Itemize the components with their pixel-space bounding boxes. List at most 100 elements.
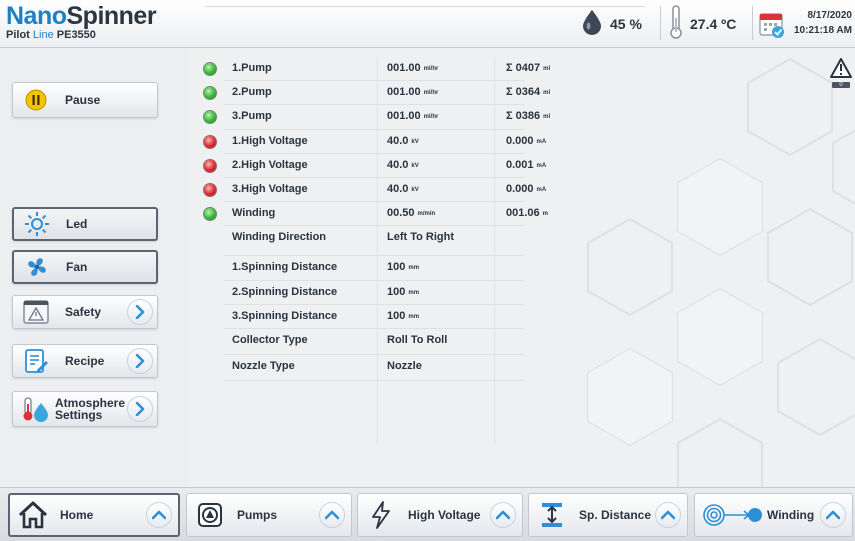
row-total-unit: ml (543, 114, 551, 121)
header-divider (660, 6, 661, 40)
row-total-text: 0.000 (506, 182, 534, 195)
winding-label: Winding (767, 508, 815, 522)
row-value: Left To Right (387, 231, 457, 243)
nav-home-button[interactable]: Home (8, 493, 180, 537)
table-row: 3.High Voltage 40.0 kV 0.000 mA (194, 178, 594, 203)
row-total (506, 261, 509, 273)
status-led-icon (204, 87, 216, 100)
nav-sp-distance-button[interactable]: Sp. Distance (528, 493, 688, 537)
nav-winding-button[interactable]: Winding (694, 493, 853, 537)
pause-label: Pause (65, 93, 101, 107)
thermometer-icon (668, 4, 684, 45)
status-led-icon (204, 159, 216, 172)
table-row: 3.Pump 001.00 ml/hr Σ 0386 ml (194, 105, 594, 130)
header-rule (205, 6, 645, 7)
row-value: 001.00 ml/hr (387, 110, 438, 122)
row-value-unit: kV (411, 138, 419, 145)
row-name: 1.Spinning Distance (232, 261, 338, 274)
row-value-unit: mm (408, 313, 420, 320)
row-value: 40.0 kV (387, 159, 419, 171)
brand-nano: Nano (6, 2, 67, 30)
row-total (506, 310, 509, 322)
row-value: 100 mm (387, 286, 419, 298)
safety-button[interactable]: Safety (12, 295, 158, 329)
atmosphere-line2: Settings (55, 408, 103, 422)
recipe-icon (21, 346, 51, 376)
chevron-right-icon (127, 396, 153, 422)
row-total (506, 231, 509, 243)
status-led-icon (204, 111, 216, 124)
table-row: Winding Direction Left To Right (194, 226, 594, 257)
chevron-up-icon (820, 502, 846, 528)
row-value-unit: ml/hr (423, 66, 439, 72)
temperature-value: 27.4 ºC (690, 16, 737, 32)
brand-logo: NanoSpinner Pilot Line PE3550 (6, 2, 157, 41)
row-value-unit: ml/hr (423, 90, 439, 97)
row-value-unit: m/min (417, 211, 436, 218)
row-value: 40.0 kV (387, 135, 419, 147)
row-total-unit: ml (543, 66, 551, 72)
home-icon (16, 498, 50, 532)
header-divider (752, 6, 753, 40)
row-total-unit: mA (536, 138, 547, 145)
brand-spinner: Spinner (66, 2, 157, 30)
recipe-label: Recipe (65, 354, 105, 368)
row-name: 3.Pump (232, 110, 272, 123)
recipe-button[interactable]: Recipe (12, 344, 158, 378)
row-value: 100 mm (387, 261, 419, 273)
row-total-text: 001.06 (506, 207, 540, 220)
row-value-text: Left To Right (387, 231, 454, 244)
table-row: Nozzle Type Nozzle (194, 355, 594, 381)
time-text: 10:21:18 AM (794, 25, 852, 36)
sp-distance-label: Sp. Distance (579, 508, 652, 522)
atmosphere-settings-button[interactable]: Atmosphere Settings (12, 391, 158, 427)
row-name: 3.High Voltage (232, 182, 308, 195)
row-value-unit: kV (411, 186, 419, 193)
row-value-text: 001.00 (387, 86, 421, 99)
row-name: Winding (232, 207, 276, 220)
nav-pumps-button[interactable]: Pumps (186, 493, 352, 537)
brand-title: NanoSpinner (6, 2, 157, 30)
row-name: 2.Spinning Distance (232, 285, 338, 298)
row-value: 40.0 kV (387, 183, 419, 195)
status-led-icon (204, 183, 216, 196)
row-name: 1.High Voltage (232, 134, 308, 147)
humidity-value: 45 % (610, 16, 642, 32)
table-row: 1.High Voltage 40.0 kV 0.000 mA (194, 130, 594, 154)
chevron-right-icon (127, 348, 153, 374)
row-total (506, 360, 509, 372)
row-name: Collector Type (232, 333, 308, 346)
high-voltage-label: High Voltage (408, 508, 481, 522)
fan-button[interactable]: Fan (12, 250, 158, 284)
row-total: Σ 0407 ml (506, 62, 550, 74)
table-row: 3.Spinning Distance 100 mm (194, 305, 594, 329)
alarm-warning[interactable]: 0 (829, 56, 853, 92)
atmosphere-label: Atmosphere Settings (55, 397, 125, 421)
row-value: 001.00 ml/hr (387, 86, 438, 98)
row-name: 1.Pump (232, 62, 272, 74)
row-value: 100 mm (387, 310, 419, 322)
fan-icon (22, 252, 52, 282)
row-value-text: 40.0 (387, 134, 409, 147)
temperature-stat: 27.4 ºC (668, 0, 736, 48)
left-panel: Pause Led Fan Safety Recipe Atmosphere S… (0, 49, 188, 487)
row-value: Nozzle (387, 360, 425, 372)
row-value-unit: ml/hr (423, 114, 439, 121)
warning-count: 0 (839, 82, 843, 88)
row-name: 3.Spinning Distance (232, 309, 338, 322)
nav-high-voltage-button[interactable]: High Voltage (357, 493, 523, 537)
table-row: 1.Spinning Distance 100 mm (194, 256, 594, 281)
table-row: Collector Type Roll To Roll (194, 329, 594, 355)
led-button[interactable]: Led (12, 207, 158, 241)
pause-button[interactable]: Pause (12, 82, 158, 118)
row-value-text: 100 (387, 261, 406, 274)
row-value-text: Nozzle (387, 359, 422, 372)
pause-icon (21, 85, 51, 115)
atmosphere-icon (21, 394, 51, 424)
table-row: 2.Pump 001.00 ml/hr Σ 0364 ml (194, 81, 594, 106)
row-total: 0.001 mA (506, 159, 546, 171)
row-total: 0.000 mA (506, 135, 546, 147)
row-value-text: 00.50 (387, 207, 415, 220)
lightning-icon (364, 498, 398, 532)
row-value: Roll To Roll (387, 334, 450, 346)
